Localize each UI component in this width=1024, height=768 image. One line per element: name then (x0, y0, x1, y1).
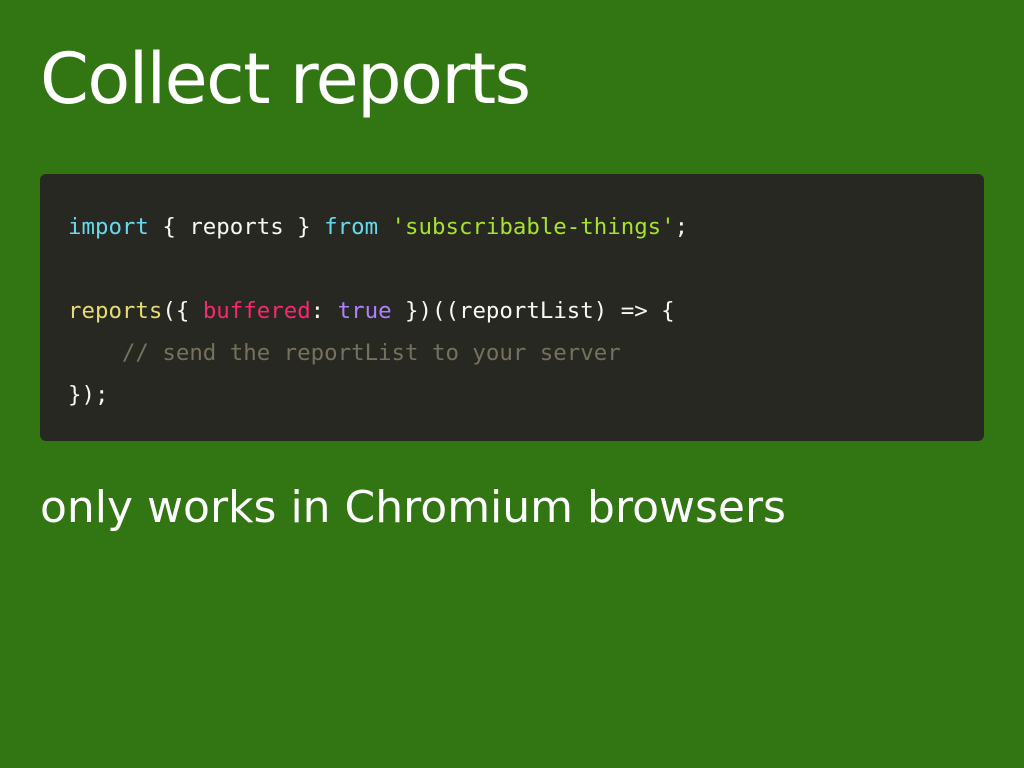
code-token-indent (68, 340, 122, 366)
code-line: }); (68, 380, 108, 410)
code-line: import { reports } from 'subscribable-th… (68, 212, 688, 242)
code-line: // send the reportList to your server (68, 338, 621, 368)
code-token-boolean: true (337, 298, 392, 324)
code-token-plain: })((reportList) => { (391, 298, 675, 324)
code-line: reports({ buffered: true })((reportList)… (68, 296, 675, 326)
code-token-keyword: import (68, 214, 149, 240)
code-token-plain: }); (68, 382, 109, 408)
slide-subtitle: only works in Chromium browsers (40, 482, 786, 533)
code-token-plain: : (310, 298, 338, 324)
code-token-plain: ({ (162, 298, 203, 324)
slide-title: Collect reports (40, 38, 531, 120)
code-token-plain: ; (674, 214, 689, 240)
code-token-plain: { reports } (148, 214, 325, 240)
code-token-keyword: from (324, 214, 379, 240)
code-token-function: reports (68, 298, 163, 324)
code-token-comment: // send the reportList to your server (121, 340, 621, 366)
code-token-property: buffered (202, 298, 311, 324)
code-token-string: 'subscribable-things' (391, 214, 675, 240)
code-block: import { reports } from 'subscribable-th… (40, 174, 984, 441)
